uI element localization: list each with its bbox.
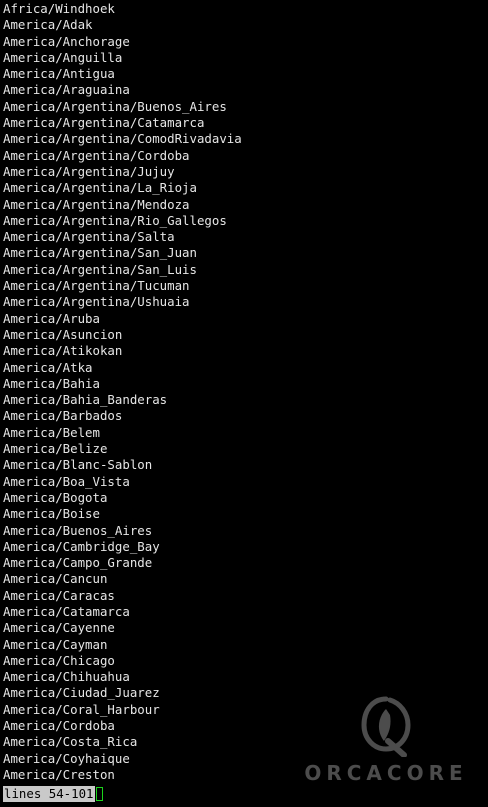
terminal-line: America/Barbados [3, 408, 123, 424]
terminal-line: America/Atka [3, 359, 93, 375]
orca-q-logo-icon [361, 696, 411, 757]
terminal-line: America/Cancun [3, 571, 108, 587]
terminal-line: Africa/Windhoek [3, 1, 115, 16]
terminal-line: America/Bahia_Banderas [3, 392, 168, 408]
terminal-line: America/Bogota [3, 489, 108, 505]
terminal-line: America/Cambridge_Bay [3, 538, 160, 554]
terminal-line: America/Argentina/Cordoba [3, 147, 190, 163]
terminal-line: America/Antigua [3, 66, 115, 82]
terminal-line: America/Atikokan [3, 343, 123, 359]
terminal-line: America/Boise [3, 506, 100, 522]
terminal-line: America/Boa_Vista [3, 473, 130, 489]
terminal-line: America/Anchorage [3, 33, 130, 49]
terminal-line: America/Catamarca [3, 603, 130, 619]
terminal-line: America/Cayman [3, 636, 108, 652]
terminal-line: America/Argentina/San_Juan [3, 245, 197, 261]
terminal-line: America/Argentina/La_Rioja [3, 180, 197, 196]
terminal-line: America/Belem [3, 424, 100, 440]
pager-status-text: lines 54-101 [3, 786, 95, 802]
terminal-line: America/Coral_Harbour [3, 701, 160, 717]
terminal-line: America/Asuncion [3, 326, 123, 342]
terminal-line: America/Campo_Grande [3, 555, 153, 571]
terminal-line: America/Bahia [3, 375, 100, 391]
terminal-window[interactable]: Africa/Windhoek America/Adak America/Ancho… [0, 0, 488, 807]
terminal-line: America/Blanc-Sablon [3, 457, 153, 473]
terminal-line: America/Argentina/Rio_Gallegos [3, 212, 227, 228]
text-cursor[interactable] [95, 787, 103, 801]
terminal-line: America/Argentina/Ushuaia [3, 294, 190, 310]
terminal-line: America/Adak [3, 17, 93, 33]
terminal-line: America/Aruba [3, 310, 100, 326]
terminal-line: America/Araguaina [3, 82, 130, 98]
terminal-line: America/Anguilla [3, 49, 123, 65]
terminal-line: America/Argentina/Mendoza [3, 196, 190, 212]
terminal-line: America/Cayenne [3, 620, 115, 636]
terminal-output: Africa/Windhoek America/Adak America/Ancho… [3, 1, 242, 783]
terminal-line: America/Argentina/Tucuman [3, 278, 190, 294]
terminal-line: America/Argentina/Catamarca [3, 115, 205, 131]
watermark: ORCACORE [296, 695, 476, 795]
watermark-text: ORCACORE [304, 761, 468, 785]
terminal-line: America/Argentina/ComodRivadavia [3, 131, 242, 147]
terminal-line: America/Caracas [3, 587, 115, 603]
terminal-line: America/Creston [3, 766, 115, 782]
terminal-line: America/Argentina/Jujuy [3, 163, 175, 179]
terminal-line: America/Buenos_Aires [3, 522, 153, 538]
terminal-line: America/Cordoba [3, 718, 115, 734]
terminal-line: America/Ciudad_Juarez [3, 685, 160, 701]
terminal-line: America/Coyhaique [3, 750, 130, 766]
terminal-line: America/Argentina/Buenos_Aires [3, 98, 227, 114]
terminal-line: America/Argentina/Salta [3, 229, 175, 245]
terminal-line: America/Belize [3, 441, 108, 457]
pager-status-bar: lines 54-101 [3, 786, 103, 802]
terminal-line: America/Chicago [3, 652, 115, 668]
terminal-line: America/Chihuahua [3, 669, 130, 685]
terminal-line: America/Argentina/San_Luis [3, 261, 197, 277]
terminal-line: America/Costa_Rica [3, 734, 138, 750]
